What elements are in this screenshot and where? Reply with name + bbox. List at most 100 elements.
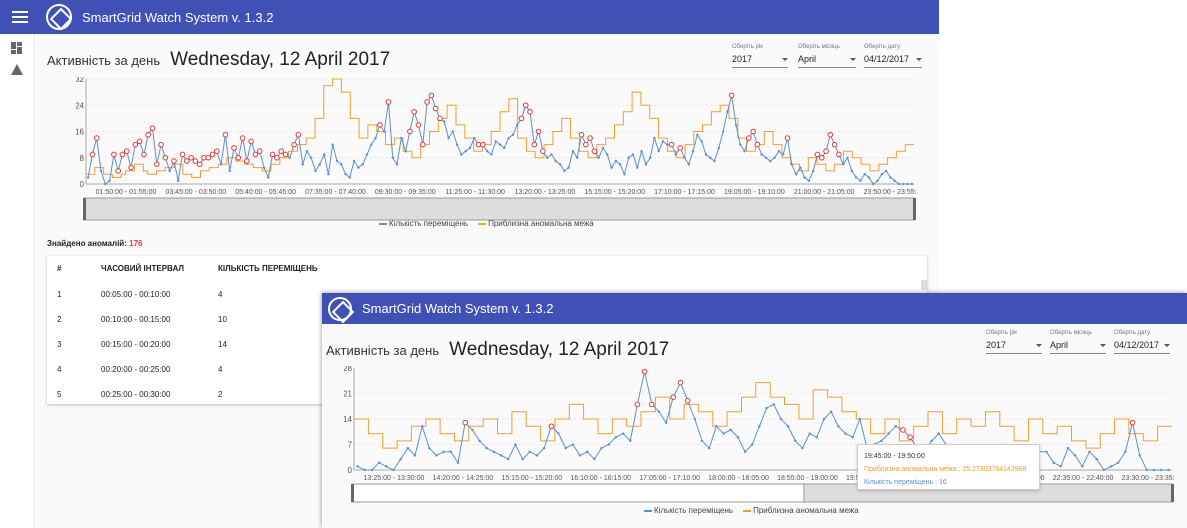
count-point: [585, 450, 589, 454]
count-point: [743, 149, 746, 153]
legend-count[interactable]: Кількість переміщень: [379, 219, 468, 228]
legend-limit[interactable]: Приблизна аномальна межа: [743, 506, 859, 515]
month-caption: Оберіть місяць: [798, 44, 840, 50]
warning-icon[interactable]: [11, 64, 23, 75]
x-tick-label: 07:35:00 - 07:40:00: [305, 189, 366, 196]
count-point: [485, 149, 489, 153]
count-point: [614, 159, 618, 163]
count-point: [374, 136, 377, 140]
anomalies-label: Знайдено аномалій:: [47, 239, 127, 248]
count-point: [794, 439, 797, 443]
tooltip-count: Кількість переміщень : 16: [864, 479, 947, 486]
sidebar: [0, 34, 35, 528]
year-select[interactable]: Оберіть рік 2017: [732, 44, 788, 68]
month-select[interactable]: Оберіть місяць April: [798, 44, 856, 68]
overlay-date-select[interactable]: Оберіть дату 04/12/2017: [1114, 330, 1170, 354]
anomaly-point: [119, 151, 126, 158]
count-point: [447, 136, 450, 140]
anomaly-point: [432, 105, 439, 112]
count-point: [344, 172, 347, 176]
chart-tooltip: 19:45:00 - 19:50:00 Приблизна аномальна …: [857, 444, 1040, 490]
x-tick-label: 17:10:00 - 17:15:00: [654, 189, 715, 196]
legend-count[interactable]: Кількість переміщень: [644, 506, 733, 515]
anomaly-point: [1129, 419, 1136, 426]
count-point: [420, 425, 424, 428]
count-point: [893, 179, 896, 182]
count-point: [385, 465, 388, 468]
overlay-month-select[interactable]: Оберіть місяць April: [1050, 330, 1106, 354]
anomaly-point: [784, 135, 791, 141]
count-point: [335, 159, 339, 163]
count-point: [395, 163, 399, 166]
legend-limit-swatch: [743, 509, 752, 512]
overlay-year-value: 2017: [986, 340, 1007, 350]
count-point: [468, 146, 472, 150]
column-header-number[interactable]: #: [57, 264, 61, 273]
overlay-app-bar: SmartGrid Watch System v. 1.3.2: [322, 293, 1187, 324]
row-number: 1: [57, 290, 62, 299]
count-point: [631, 153, 635, 156]
anomaly-point: [531, 141, 538, 148]
y-tick-label: 7: [348, 441, 353, 450]
anomaly-point: [214, 148, 220, 154]
count-point: [428, 446, 431, 450]
column-header-count[interactable]: КІЛЬКІСТЬ ПЕРЕМІЩЕНЬ: [218, 264, 318, 273]
chevron-down-icon: [1036, 343, 1042, 347]
count-point: [700, 439, 704, 443]
count-point: [822, 417, 826, 421]
anomaly-point: [123, 148, 130, 154]
anomaly-point: [192, 158, 199, 164]
count-point: [794, 172, 798, 176]
count-point: [557, 432, 560, 435]
overlay-date-value: 04/12/2017: [1114, 340, 1160, 350]
count-point: [471, 428, 474, 432]
tooltip-interval: 19:45:00 - 19:50:00: [864, 453, 925, 460]
count-point: [606, 153, 609, 156]
count-point: [288, 156, 292, 159]
column-header-interval[interactable]: ЧАСОВИЙ ІНТЕРВАЛ: [101, 264, 184, 273]
count-point: [803, 176, 806, 179]
count-point: [876, 179, 879, 182]
count-point: [400, 136, 403, 140]
legend-limit[interactable]: Приблизна аномальна межа: [478, 219, 594, 228]
dashboard-icon[interactable]: [11, 42, 23, 54]
count-point: [937, 432, 941, 435]
legend-limit-label: Приблизна аномальна межа: [488, 219, 594, 228]
anomaly-point: [814, 151, 821, 158]
count-point: [799, 166, 802, 169]
count-point: [406, 446, 410, 450]
overlay-year-select[interactable]: Оберіть рік 2017: [986, 330, 1042, 354]
anomaly-point: [171, 158, 177, 164]
count-point: [850, 169, 854, 173]
count-point: [666, 143, 669, 146]
count-point: [743, 450, 747, 454]
count-point: [1116, 461, 1120, 464]
zoomed-activity-chart: 0 7 14 21 28 13:25:00 - 13:30:00 14:20:00 - 14…: [344, 366, 1174, 503]
legend-count-label: Кількість переміщень: [654, 506, 734, 515]
count-point: [858, 417, 862, 421]
anomaly-point: [428, 92, 435, 99]
count-point: [713, 159, 716, 163]
count-point: [267, 176, 270, 179]
count-point: [801, 446, 804, 450]
table-scrollbar[interactable]: [921, 280, 927, 290]
overlay-chart-legend: Кількість переміщень Приблизна аномальна…: [644, 506, 859, 515]
date-select[interactable]: Оберіть дату 04/12/2017: [864, 44, 922, 68]
anomaly-point: [205, 154, 212, 161]
count-point: [884, 169, 888, 173]
anomaly-point: [522, 102, 529, 109]
count-point: [1059, 465, 1063, 468]
anomaly-point: [158, 141, 164, 148]
count-point: [1109, 465, 1113, 468]
anomaly-point: [239, 135, 246, 141]
count-point: [228, 169, 231, 173]
anomaly-point: [754, 141, 761, 148]
navigator-handle-left: [83, 198, 86, 220]
count-point: [382, 130, 386, 133]
row-number: 2: [57, 315, 62, 324]
anomaly-point: [291, 141, 297, 148]
menu-icon[interactable]: [12, 11, 28, 23]
count-point: [545, 156, 549, 159]
count-point: [871, 182, 875, 186]
count-point: [707, 446, 711, 450]
